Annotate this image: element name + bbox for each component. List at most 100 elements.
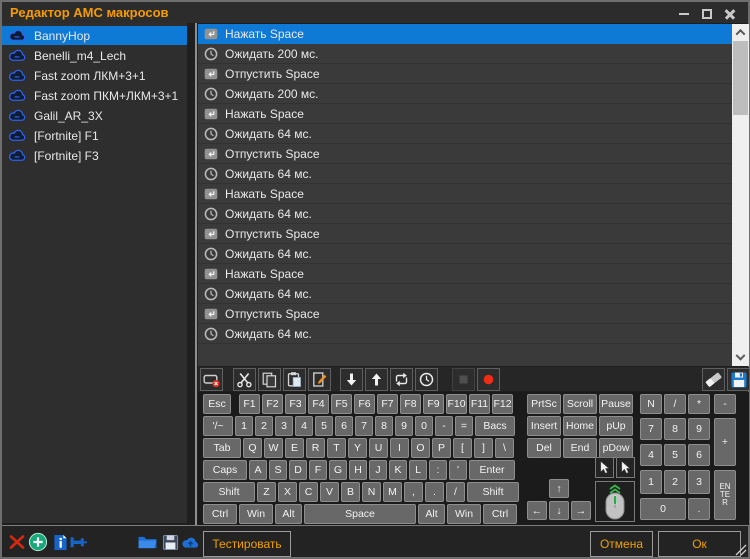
key-2[interactable]: 2 bbox=[664, 470, 686, 494]
key-f5[interactable]: F5 bbox=[331, 394, 352, 414]
key-f12[interactable]: F12 bbox=[492, 394, 513, 414]
move-down-button[interactable] bbox=[340, 368, 363, 391]
key--[interactable]: * bbox=[688, 394, 710, 414]
save-button[interactable] bbox=[727, 368, 750, 391]
key-e[interactable]: E bbox=[285, 438, 304, 458]
pin-macro-button[interactable] bbox=[67, 532, 89, 552]
key-2[interactable]: 2 bbox=[255, 416, 273, 436]
action-list-item[interactable]: Ожидать 64 мс. bbox=[198, 324, 732, 344]
key--[interactable]: + bbox=[714, 418, 736, 466]
import-macro-button[interactable] bbox=[159, 532, 181, 552]
key--[interactable]: ← bbox=[527, 501, 547, 520]
macro-list-item[interactable]: [Fortnite] F3 bbox=[2, 146, 187, 165]
key-s[interactable]: S bbox=[269, 460, 287, 480]
key-n[interactable]: N bbox=[362, 482, 381, 502]
key--[interactable]: ] bbox=[474, 438, 493, 458]
key-f6[interactable]: F6 bbox=[354, 394, 375, 414]
action-list-item[interactable]: Нажать Space bbox=[198, 184, 732, 204]
maximize-button[interactable] bbox=[699, 6, 715, 21]
key-f4[interactable]: F4 bbox=[308, 394, 329, 414]
key-0[interactable]: 0 bbox=[415, 416, 433, 436]
key--[interactable]: / bbox=[446, 482, 465, 502]
key-f3[interactable]: F3 bbox=[285, 394, 306, 414]
cloud-macro-button[interactable] bbox=[179, 532, 201, 552]
key--[interactable]: , bbox=[404, 482, 423, 502]
action-list-item[interactable]: Ожидать 64 мс. bbox=[198, 244, 732, 264]
key-6[interactable]: 6 bbox=[335, 416, 353, 436]
key-g[interactable]: G bbox=[329, 460, 347, 480]
action-list-item[interactable]: Ожидать 64 мс. bbox=[198, 124, 732, 144]
key-c[interactable]: C bbox=[299, 482, 318, 502]
key-pause[interactable]: Pause bbox=[599, 394, 633, 414]
key-i[interactable]: I bbox=[390, 438, 409, 458]
action-list-item[interactable]: Отпустить Space bbox=[198, 144, 732, 164]
key-x[interactable]: X bbox=[278, 482, 297, 502]
scroll-up-button[interactable] bbox=[732, 24, 749, 40]
key--[interactable]: : bbox=[429, 460, 447, 480]
key--[interactable]: . bbox=[425, 482, 444, 502]
key-7[interactable]: 7 bbox=[355, 416, 373, 436]
key-alt[interactable]: Alt bbox=[418, 504, 445, 524]
key-a[interactable]: A bbox=[249, 460, 267, 480]
key-f1[interactable]: F1 bbox=[239, 394, 260, 414]
action-list-item[interactable]: Отпустить Space bbox=[198, 224, 732, 244]
key-ctrl[interactable]: Ctrl bbox=[483, 504, 517, 524]
key--[interactable]: → bbox=[571, 501, 591, 520]
key-3[interactable]: 3 bbox=[275, 416, 293, 436]
key-d[interactable]: D bbox=[289, 460, 307, 480]
cut-button[interactable] bbox=[233, 368, 256, 391]
key--[interactable]: / bbox=[664, 394, 686, 414]
key-f11[interactable]: F11 bbox=[469, 394, 490, 414]
key-8[interactable]: 8 bbox=[664, 418, 686, 440]
key-pup[interactable]: pUp bbox=[599, 416, 633, 436]
key--[interactable]: \ bbox=[495, 438, 514, 458]
key-n[interactable]: N bbox=[640, 394, 662, 414]
action-list-item[interactable]: Ожидать 200 мс. bbox=[198, 44, 732, 64]
key-4[interactable]: 4 bbox=[640, 444, 662, 466]
scroll-down-button[interactable] bbox=[732, 350, 749, 366]
loop-button[interactable] bbox=[390, 368, 413, 391]
key-f8[interactable]: F8 bbox=[400, 394, 421, 414]
copy-button[interactable] bbox=[258, 368, 281, 391]
key-shift[interactable]: Shift bbox=[467, 482, 519, 502]
add-macro-button[interactable] bbox=[27, 532, 49, 552]
action-list-item[interactable]: Ожидать 64 мс. bbox=[198, 204, 732, 224]
resize-grip[interactable] bbox=[734, 543, 747, 556]
key-pdow[interactable]: pDow bbox=[599, 438, 633, 458]
key-b[interactable]: B bbox=[341, 482, 360, 502]
key-t[interactable]: T bbox=[327, 438, 346, 458]
key-7[interactable]: 7 bbox=[640, 418, 662, 440]
key-5[interactable]: 5 bbox=[664, 444, 686, 466]
key-j[interactable]: J bbox=[369, 460, 387, 480]
key-alt[interactable]: Alt bbox=[275, 504, 302, 524]
macro-list-item[interactable]: Benelli_m4_Lech bbox=[2, 46, 187, 65]
key-enter[interactable]: ENTER bbox=[714, 470, 736, 520]
key--[interactable]: . bbox=[688, 498, 710, 520]
key-f10[interactable]: F10 bbox=[446, 394, 467, 414]
mouse-right-click-button[interactable] bbox=[616, 457, 635, 478]
open-macro-button[interactable] bbox=[136, 532, 158, 552]
key--[interactable]: - bbox=[714, 394, 736, 414]
key--[interactable]: ↑ bbox=[549, 479, 569, 498]
cancel-button[interactable]: Отмена bbox=[590, 531, 653, 557]
key-home[interactable]: Home bbox=[563, 416, 597, 436]
key-h[interactable]: H bbox=[349, 460, 367, 480]
key-bacs[interactable]: Bacs bbox=[475, 416, 515, 436]
key-f2[interactable]: F2 bbox=[262, 394, 283, 414]
test-button[interactable]: Тестировать bbox=[203, 531, 291, 557]
key-end[interactable]: End bbox=[563, 438, 597, 458]
key--[interactable]: ' bbox=[449, 460, 467, 480]
key-0[interactable]: 0 bbox=[640, 498, 686, 520]
key-9[interactable]: 9 bbox=[688, 418, 710, 440]
key-shift[interactable]: Shift bbox=[203, 482, 255, 502]
scrollbar-thumb[interactable] bbox=[733, 41, 748, 115]
key-scroll[interactable]: Scroll bbox=[563, 394, 597, 414]
mouse-left-click-button[interactable] bbox=[595, 457, 614, 478]
key-5[interactable]: 5 bbox=[315, 416, 333, 436]
action-list-item[interactable]: Ожидать 64 мс. bbox=[198, 284, 732, 304]
key-r[interactable]: R bbox=[306, 438, 325, 458]
delete-macro-button[interactable] bbox=[6, 532, 28, 552]
key-f9[interactable]: F9 bbox=[423, 394, 444, 414]
key-1[interactable]: 1 bbox=[235, 416, 253, 436]
action-list-item[interactable]: Ожидать 200 мс. bbox=[198, 84, 732, 104]
